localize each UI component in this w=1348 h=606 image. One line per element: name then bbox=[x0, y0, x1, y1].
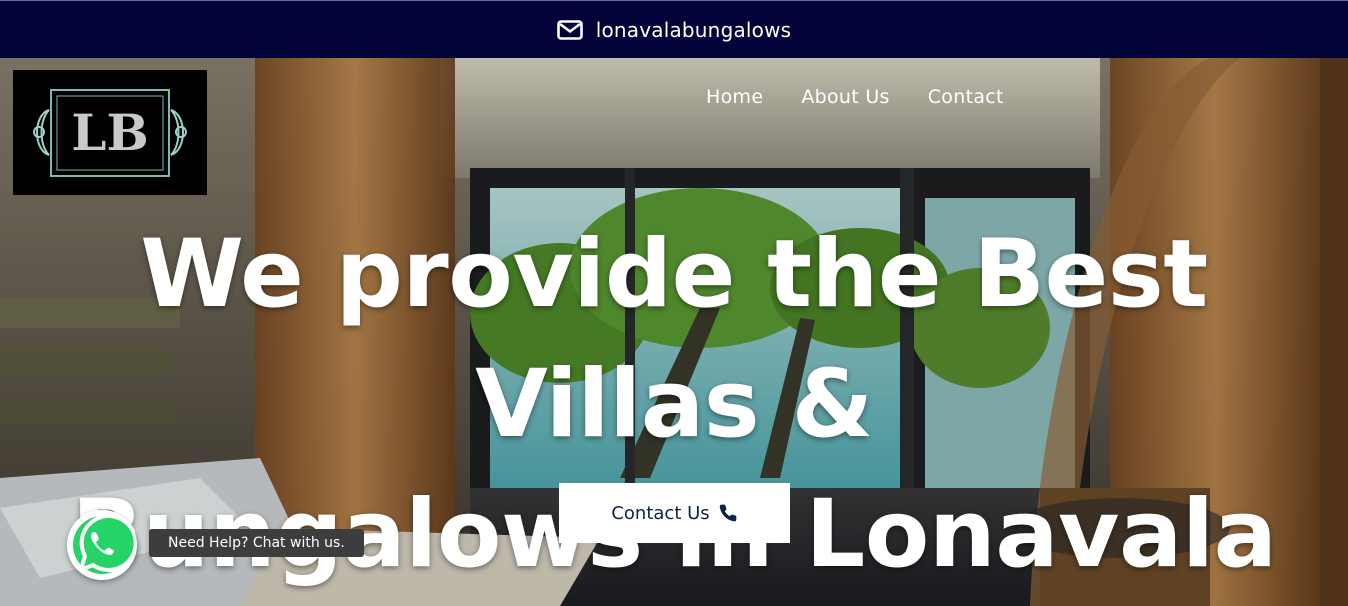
main-nav: Home About Us Contact bbox=[706, 86, 1004, 108]
headline-line-1: We provide the Best Villas & bbox=[140, 220, 1208, 459]
contact-us-button[interactable]: Contact Us bbox=[559, 483, 790, 543]
svg-text:LB: LB bbox=[71, 103, 148, 162]
whatsapp-chat-button[interactable] bbox=[67, 510, 137, 580]
top-bar: lonavalabungalows bbox=[0, 0, 1348, 58]
whatsapp-icon bbox=[73, 514, 135, 574]
site-logo[interactable]: LB bbox=[13, 70, 207, 195]
nav-contact[interactable]: Contact bbox=[928, 86, 1004, 108]
email-address[interactable]: lonavalabungalows bbox=[596, 18, 792, 42]
contact-us-label: Contact Us bbox=[611, 502, 710, 524]
envelope-icon bbox=[556, 19, 583, 40]
logo-lb-emblem: LB bbox=[13, 70, 207, 195]
nav-home[interactable]: Home bbox=[706, 86, 763, 108]
phone-icon bbox=[719, 504, 736, 522]
nav-about-us[interactable]: About Us bbox=[801, 86, 889, 108]
whatsapp-tooltip[interactable]: Need Help? Chat with us. bbox=[149, 529, 364, 557]
